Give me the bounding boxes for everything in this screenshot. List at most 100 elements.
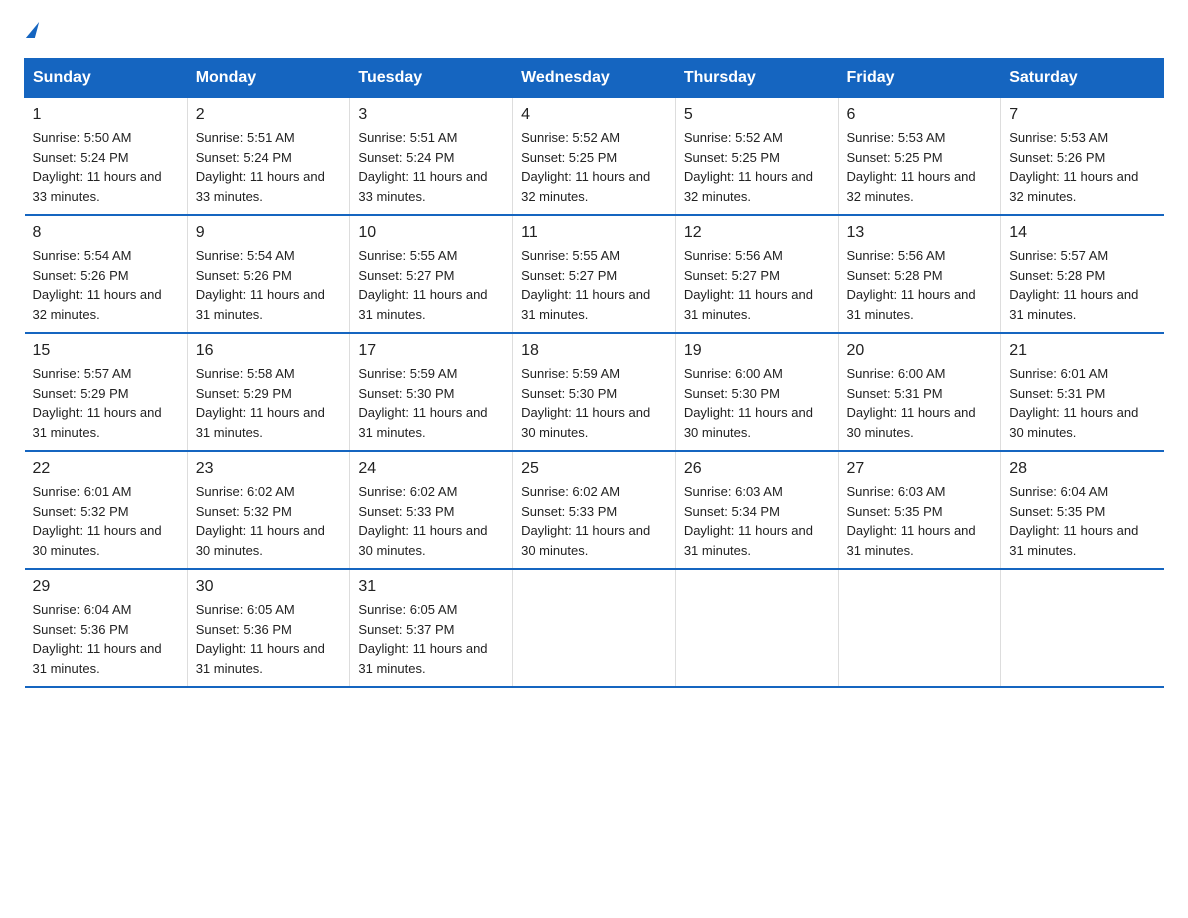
day-info: Sunrise: 6:01 AMSunset: 5:32 PMDaylight:… [33, 482, 179, 560]
weekday-header-thursday: Thursday [675, 59, 838, 98]
day-number: 19 [684, 342, 830, 360]
calendar-day-cell: 9 Sunrise: 5:54 AMSunset: 5:26 PMDayligh… [187, 215, 350, 333]
weekday-header-tuesday: Tuesday [350, 59, 513, 98]
day-number: 26 [684, 460, 830, 478]
calendar-header: SundayMondayTuesdayWednesdayThursdayFrid… [25, 59, 1164, 98]
calendar-week-row: 1 Sunrise: 5:50 AMSunset: 5:24 PMDayligh… [25, 98, 1164, 216]
calendar-body: 1 Sunrise: 5:50 AMSunset: 5:24 PMDayligh… [25, 98, 1164, 688]
calendar-day-cell: 11 Sunrise: 5:55 AMSunset: 5:27 PMDaylig… [513, 215, 676, 333]
day-info: Sunrise: 5:54 AMSunset: 5:26 PMDaylight:… [196, 246, 342, 324]
calendar-day-cell: 17 Sunrise: 5:59 AMSunset: 5:30 PMDaylig… [350, 333, 513, 451]
calendar-week-row: 22 Sunrise: 6:01 AMSunset: 5:32 PMDaylig… [25, 451, 1164, 569]
day-number: 5 [684, 106, 830, 124]
calendar-day-cell: 24 Sunrise: 6:02 AMSunset: 5:33 PMDaylig… [350, 451, 513, 569]
day-info: Sunrise: 6:01 AMSunset: 5:31 PMDaylight:… [1009, 364, 1155, 442]
day-info: Sunrise: 6:04 AMSunset: 5:35 PMDaylight:… [1009, 482, 1155, 560]
day-info: Sunrise: 5:54 AMSunset: 5:26 PMDaylight:… [33, 246, 179, 324]
day-number: 10 [358, 224, 504, 242]
day-number: 18 [521, 342, 667, 360]
day-number: 12 [684, 224, 830, 242]
calendar-week-row: 29 Sunrise: 6:04 AMSunset: 5:36 PMDaylig… [25, 569, 1164, 687]
calendar-day-cell: 6 Sunrise: 5:53 AMSunset: 5:25 PMDayligh… [838, 98, 1001, 216]
calendar-day-cell: 12 Sunrise: 5:56 AMSunset: 5:27 PMDaylig… [675, 215, 838, 333]
day-number: 7 [1009, 106, 1155, 124]
day-number: 21 [1009, 342, 1155, 360]
day-number: 17 [358, 342, 504, 360]
day-number: 25 [521, 460, 667, 478]
logo [24, 24, 37, 40]
calendar-day-cell: 21 Sunrise: 6:01 AMSunset: 5:31 PMDaylig… [1001, 333, 1164, 451]
calendar-day-cell: 19 Sunrise: 6:00 AMSunset: 5:30 PMDaylig… [675, 333, 838, 451]
day-info: Sunrise: 5:59 AMSunset: 5:30 PMDaylight:… [521, 364, 667, 442]
day-number: 3 [358, 106, 504, 124]
calendar-day-cell: 10 Sunrise: 5:55 AMSunset: 5:27 PMDaylig… [350, 215, 513, 333]
day-number: 22 [33, 460, 179, 478]
calendar-day-cell: 25 Sunrise: 6:02 AMSunset: 5:33 PMDaylig… [513, 451, 676, 569]
day-number: 20 [847, 342, 993, 360]
day-number: 28 [1009, 460, 1155, 478]
day-info: Sunrise: 5:57 AMSunset: 5:28 PMDaylight:… [1009, 246, 1155, 324]
weekday-header-sunday: Sunday [25, 59, 188, 98]
day-number: 1 [33, 106, 179, 124]
calendar-day-cell: 5 Sunrise: 5:52 AMSunset: 5:25 PMDayligh… [675, 98, 838, 216]
calendar-week-row: 8 Sunrise: 5:54 AMSunset: 5:26 PMDayligh… [25, 215, 1164, 333]
calendar-day-cell: 20 Sunrise: 6:00 AMSunset: 5:31 PMDaylig… [838, 333, 1001, 451]
calendar-day-cell: 4 Sunrise: 5:52 AMSunset: 5:25 PMDayligh… [513, 98, 676, 216]
day-info: Sunrise: 5:57 AMSunset: 5:29 PMDaylight:… [33, 364, 179, 442]
calendar-day-cell: 26 Sunrise: 6:03 AMSunset: 5:34 PMDaylig… [675, 451, 838, 569]
day-number: 6 [847, 106, 993, 124]
day-number: 31 [358, 578, 504, 596]
page-header [24, 24, 1164, 40]
calendar-table: SundayMondayTuesdayWednesdayThursdayFrid… [24, 58, 1164, 688]
day-number: 11 [521, 224, 667, 242]
day-number: 30 [196, 578, 342, 596]
day-info: Sunrise: 5:53 AMSunset: 5:25 PMDaylight:… [847, 128, 993, 206]
day-number: 29 [33, 578, 179, 596]
calendar-week-row: 15 Sunrise: 5:57 AMSunset: 5:29 PMDaylig… [25, 333, 1164, 451]
day-number: 4 [521, 106, 667, 124]
day-number: 15 [33, 342, 179, 360]
day-info: Sunrise: 6:05 AMSunset: 5:37 PMDaylight:… [358, 600, 504, 678]
day-info: Sunrise: 5:53 AMSunset: 5:26 PMDaylight:… [1009, 128, 1155, 206]
day-info: Sunrise: 6:00 AMSunset: 5:30 PMDaylight:… [684, 364, 830, 442]
calendar-day-cell: 31 Sunrise: 6:05 AMSunset: 5:37 PMDaylig… [350, 569, 513, 687]
weekday-header-saturday: Saturday [1001, 59, 1164, 98]
weekday-header-friday: Friday [838, 59, 1001, 98]
day-info: Sunrise: 5:55 AMSunset: 5:27 PMDaylight:… [521, 246, 667, 324]
day-info: Sunrise: 6:02 AMSunset: 5:33 PMDaylight:… [358, 482, 504, 560]
calendar-day-cell: 14 Sunrise: 5:57 AMSunset: 5:28 PMDaylig… [1001, 215, 1164, 333]
calendar-day-cell: 1 Sunrise: 5:50 AMSunset: 5:24 PMDayligh… [25, 98, 188, 216]
weekday-header-row: SundayMondayTuesdayWednesdayThursdayFrid… [25, 59, 1164, 98]
calendar-day-cell [838, 569, 1001, 687]
day-info: Sunrise: 5:59 AMSunset: 5:30 PMDaylight:… [358, 364, 504, 442]
calendar-day-cell: 18 Sunrise: 5:59 AMSunset: 5:30 PMDaylig… [513, 333, 676, 451]
calendar-day-cell: 7 Sunrise: 5:53 AMSunset: 5:26 PMDayligh… [1001, 98, 1164, 216]
calendar-day-cell: 15 Sunrise: 5:57 AMSunset: 5:29 PMDaylig… [25, 333, 188, 451]
day-info: Sunrise: 6:03 AMSunset: 5:35 PMDaylight:… [847, 482, 993, 560]
calendar-day-cell: 30 Sunrise: 6:05 AMSunset: 5:36 PMDaylig… [187, 569, 350, 687]
day-info: Sunrise: 5:51 AMSunset: 5:24 PMDaylight:… [358, 128, 504, 206]
calendar-day-cell [1001, 569, 1164, 687]
day-info: Sunrise: 5:55 AMSunset: 5:27 PMDaylight:… [358, 246, 504, 324]
day-info: Sunrise: 6:02 AMSunset: 5:32 PMDaylight:… [196, 482, 342, 560]
calendar-day-cell [513, 569, 676, 687]
day-info: Sunrise: 6:00 AMSunset: 5:31 PMDaylight:… [847, 364, 993, 442]
day-info: Sunrise: 5:52 AMSunset: 5:25 PMDaylight:… [521, 128, 667, 206]
day-info: Sunrise: 6:05 AMSunset: 5:36 PMDaylight:… [196, 600, 342, 678]
day-info: Sunrise: 5:58 AMSunset: 5:29 PMDaylight:… [196, 364, 342, 442]
day-info: Sunrise: 5:56 AMSunset: 5:28 PMDaylight:… [847, 246, 993, 324]
calendar-day-cell: 13 Sunrise: 5:56 AMSunset: 5:28 PMDaylig… [838, 215, 1001, 333]
calendar-day-cell: 16 Sunrise: 5:58 AMSunset: 5:29 PMDaylig… [187, 333, 350, 451]
calendar-day-cell: 27 Sunrise: 6:03 AMSunset: 5:35 PMDaylig… [838, 451, 1001, 569]
day-info: Sunrise: 5:56 AMSunset: 5:27 PMDaylight:… [684, 246, 830, 324]
day-number: 2 [196, 106, 342, 124]
day-number: 23 [196, 460, 342, 478]
day-number: 16 [196, 342, 342, 360]
day-info: Sunrise: 6:04 AMSunset: 5:36 PMDaylight:… [33, 600, 179, 678]
logo-arrow-icon [26, 22, 39, 38]
calendar-day-cell: 2 Sunrise: 5:51 AMSunset: 5:24 PMDayligh… [187, 98, 350, 216]
weekday-header-wednesday: Wednesday [513, 59, 676, 98]
day-info: Sunrise: 5:50 AMSunset: 5:24 PMDaylight:… [33, 128, 179, 206]
day-info: Sunrise: 6:03 AMSunset: 5:34 PMDaylight:… [684, 482, 830, 560]
day-number: 14 [1009, 224, 1155, 242]
